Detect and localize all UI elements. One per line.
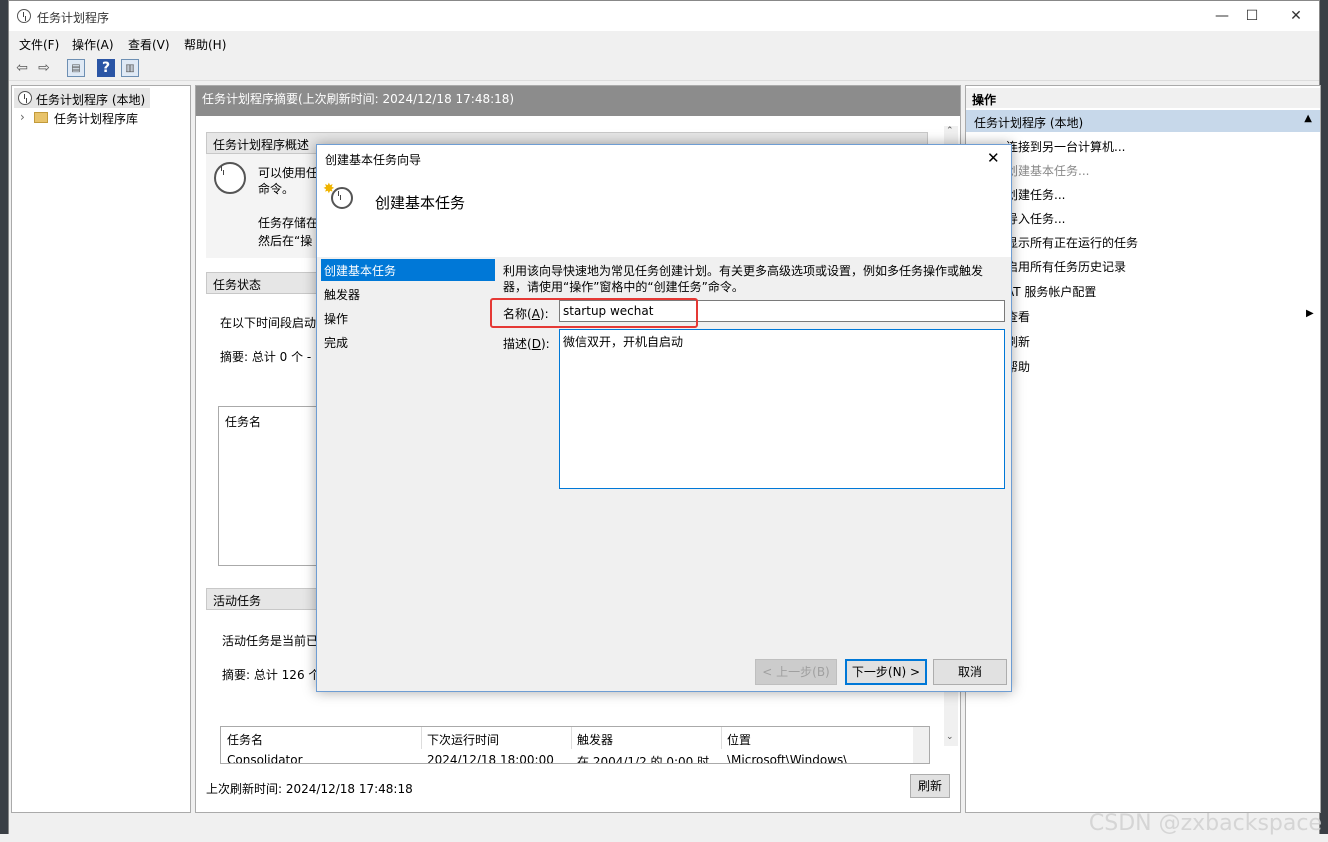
forward-icon[interactable]: ⇨: [35, 59, 53, 77]
action-show-running[interactable]: 显示所有正在运行的任务: [1006, 234, 1138, 251]
wizard-task-icon: ✸: [323, 181, 355, 213]
table-header-next-run[interactable]: 下次运行时间: [427, 731, 499, 748]
watermark: CSDN @zxbackspace: [1088, 811, 1322, 836]
clock-icon: [214, 162, 246, 194]
wizard-header: 创建基本任务向导 ✕ ✸ 创建基本任务: [317, 145, 1011, 257]
clock-icon: [18, 91, 32, 105]
highlight-box: [490, 298, 698, 328]
expand-chevron-icon[interactable]: ›: [20, 110, 25, 124]
menu-bar: 文件(F) 操作(A) 查看(V) 帮助(H): [9, 33, 1319, 53]
column-divider: [571, 727, 572, 749]
description-label-text: 描述(: [503, 337, 532, 351]
description-accesskey: D: [531, 337, 541, 351]
console-tree: 任务计划程序 (本地) › 任务计划程序库: [11, 85, 191, 813]
window-title: 任务计划程序: [37, 11, 110, 25]
active-tasks-table: 任务名 下次运行时间 触发器 位置 Consolidator 2024/12/1…: [220, 726, 930, 764]
clock-icon: [17, 9, 31, 23]
table-cell[interactable]: 2024/12/18 18:00:00: [427, 753, 554, 763]
tree-child-label[interactable]: 任务计划程序库: [54, 110, 138, 127]
wizard-heading: 创建基本任务: [375, 194, 466, 212]
back-button[interactable]: < 上一步(B): [755, 659, 837, 685]
next-button[interactable]: 下一步(N) >: [845, 659, 927, 685]
scroll-down-icon[interactable]: ⌄: [946, 732, 954, 742]
wizard-step-finish[interactable]: 完成: [321, 331, 495, 353]
toolbar: ⇦ ⇨ ▤ ? ▥: [9, 55, 1319, 81]
console-tree-icon[interactable]: ▤: [67, 59, 85, 77]
submenu-arrow-icon: ▶: [1306, 308, 1314, 319]
wizard-step-action[interactable]: 操作: [321, 307, 495, 329]
menu-file[interactable]: 文件(F): [19, 36, 59, 53]
table-cell[interactable]: Consolidator: [227, 753, 303, 763]
overview-text: 可以使用任: [258, 166, 319, 180]
action-import-task[interactable]: 导入任务...: [1006, 210, 1065, 227]
menu-action[interactable]: 操作(A): [72, 36, 114, 53]
tree-root-row[interactable]: 任务计划程序 (本地): [14, 88, 150, 108]
table-header-trigger[interactable]: 触发器: [577, 731, 613, 748]
scroll-up-icon[interactable]: ⌃: [946, 126, 954, 136]
table-scrollbar[interactable]: [913, 727, 929, 763]
folder-icon: [34, 112, 48, 123]
action-enable-history[interactable]: 启用所有任务历史记录: [1006, 258, 1126, 275]
action-create-basic-task[interactable]: 创建基本任务...: [1006, 162, 1089, 179]
table-cell[interactable]: \Microsoft\Windows\: [727, 753, 847, 763]
description-label-suffix: ):: [540, 337, 550, 351]
table-cell[interactable]: 在 2004/1/2 的 0:00 时: [577, 753, 709, 763]
wizard-intro-text: 利用该向导快速地为常见任务创建计划。有关更多高级选项或设置，例如多任务操作或触发…: [503, 264, 984, 294]
actions-pane: 操作 任务计划程序 (本地) ▲ 连接到另一台计算机... 创建基本任务... …: [965, 85, 1321, 813]
refresh-button[interactable]: 刷新: [910, 774, 950, 798]
dialog-title: 创建基本任务向导: [325, 153, 422, 167]
action-connect[interactable]: 连接到另一台计算机...: [1006, 138, 1125, 155]
task-description-input[interactable]: 微信双开，开机自启动: [559, 329, 1005, 489]
summary-header: 任务计划程序摘要(上次刷新时间: 2024/12/18 17:48:18): [196, 86, 960, 116]
column-divider: [421, 727, 422, 749]
action-pane-icon[interactable]: ▥: [121, 59, 139, 77]
status-summary: 摘要: 总计 0 个 - (: [220, 350, 320, 364]
clock-icon: [331, 187, 353, 209]
last-refresh-label: 上次刷新时间: 2024/12/18 17:48:18: [206, 782, 413, 796]
table-header-location[interactable]: 位置: [727, 731, 751, 748]
actions-subheader-label: 任务计划程序 (本地): [974, 116, 1084, 130]
action-at-service[interactable]: AT 服务帐户配置: [1006, 283, 1096, 300]
overview-text: 命令。: [258, 182, 295, 196]
active-text: 活动任务是当前已: [222, 634, 319, 648]
help-icon[interactable]: ?: [97, 59, 115, 77]
status-text: 在以下时间段启动: [220, 316, 317, 330]
maximize-button[interactable]: ☐: [1229, 1, 1275, 31]
status-column-header[interactable]: 任务名: [225, 413, 261, 430]
close-button[interactable]: ✕: [1273, 1, 1319, 31]
dialog-close-icon[interactable]: ✕: [987, 149, 1000, 167]
wizard-step-create[interactable]: 创建基本任务: [321, 259, 495, 281]
back-icon[interactable]: ⇦: [13, 59, 31, 77]
overview-text: 任务存储在: [258, 216, 319, 230]
menu-help[interactable]: 帮助(H): [184, 36, 226, 53]
actions-subheader[interactable]: 任务计划程序 (本地) ▲: [966, 110, 1320, 132]
wizard-step-trigger[interactable]: 触发器: [321, 283, 495, 305]
description-label: 描述(D):: [503, 335, 550, 352]
table-header-name[interactable]: 任务名: [227, 731, 263, 748]
title-bar: 任务计划程序 — ☐ ✕: [9, 1, 1319, 31]
collapse-up-icon[interactable]: ▲: [1304, 113, 1312, 124]
cancel-button[interactable]: 取消: [933, 659, 1007, 685]
overview-text: 然后在“操: [258, 234, 313, 248]
create-basic-task-wizard: 创建基本任务向导 ✕ ✸ 创建基本任务 创建基本任务 触发器 操作 完成 利用该…: [316, 144, 1012, 692]
active-summary: 摘要: 总计 126 个: [222, 668, 321, 682]
actions-header: 操作: [966, 88, 1320, 108]
column-divider: [721, 727, 722, 749]
action-create-task[interactable]: 创建任务...: [1006, 186, 1065, 203]
menu-view[interactable]: 查看(V): [128, 36, 170, 53]
tree-root-label: 任务计划程序 (本地): [36, 93, 146, 107]
